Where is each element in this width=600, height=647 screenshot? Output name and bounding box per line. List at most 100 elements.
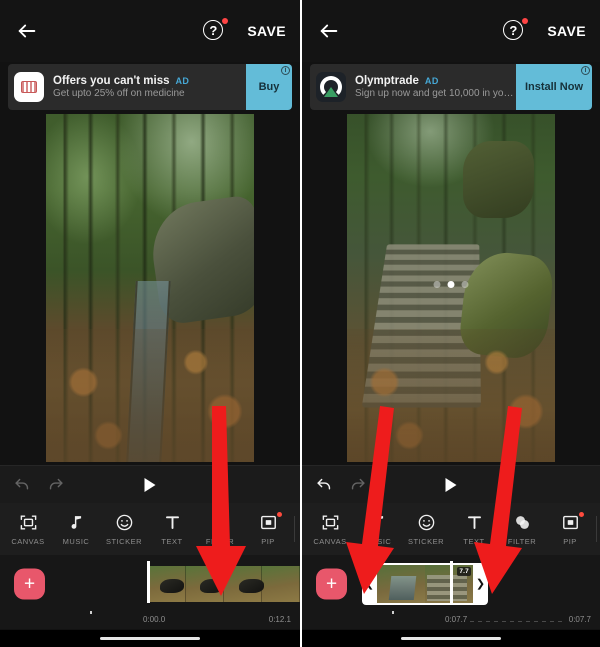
olymptrade-logo-icon xyxy=(316,72,346,102)
save-button[interactable]: SAVE xyxy=(247,23,286,39)
gesture-bar[interactable] xyxy=(100,637,200,640)
timeline-end-time: 0:12.1 xyxy=(268,615,291,624)
undo-redo-group xyxy=(0,476,64,493)
pip-square-icon xyxy=(257,513,279,533)
timeline-start-time: 0:00.0 xyxy=(143,615,166,624)
gesture-bar[interactable] xyxy=(401,637,501,640)
save-button[interactable]: SAVE xyxy=(547,23,586,39)
left-top-bar: ? SAVE xyxy=(0,0,300,62)
right-system-nav xyxy=(302,630,600,647)
tool-pip[interactable]: PIP xyxy=(244,511,292,546)
trim-handle-left-icon[interactable]: ❮ xyxy=(362,563,377,605)
tool-label: TEXT xyxy=(463,536,485,546)
video-preview[interactable] xyxy=(46,113,254,462)
tool-music[interactable]: MUSIC xyxy=(354,513,402,546)
ad-subtitle: Sign up now and get 10,000 in your demo … xyxy=(355,88,516,99)
music-note-icon xyxy=(65,513,87,533)
tool-filter[interactable]: FILTER xyxy=(196,513,244,546)
ad-cta-label: Install Now xyxy=(524,81,583,93)
tool-sticker[interactable]: STICKER xyxy=(100,513,148,546)
right-timeline[interactable]: + ❮ 7.7 ❯ xyxy=(302,555,600,613)
undo-arrow-icon[interactable] xyxy=(316,476,333,493)
tool-text[interactable]: TEXT xyxy=(450,513,498,546)
right-clip-row: ❮ 7.7 ❯ xyxy=(302,555,600,613)
tool-canvas[interactable]: CANVAS xyxy=(4,513,52,546)
medicine-box-icon xyxy=(14,72,44,102)
page-dot-active[interactable] xyxy=(447,280,455,288)
ad-title: Olymptrade xyxy=(355,75,419,87)
right-ad-text: Olymptrade AD Sign up now and get 10,000… xyxy=(346,75,516,99)
music-note-icon xyxy=(367,513,389,533)
left-ad-banner[interactable]: Offers you can't miss AD Get upto 25% of… xyxy=(8,64,292,110)
playhead[interactable] xyxy=(450,561,453,603)
left-system-nav xyxy=(0,630,300,647)
dual-screenshot-container: ? SAVE Offers you can't miss AD Get upto… xyxy=(0,0,600,647)
selected-clip-trimmer[interactable]: ❮ 7.7 ❯ xyxy=(362,563,488,605)
back-arrow-icon[interactable] xyxy=(316,18,342,44)
tool-divider xyxy=(294,516,295,542)
forest-stream-preview xyxy=(46,113,254,462)
left-clip-row xyxy=(0,555,300,613)
play-triangle-icon[interactable] xyxy=(445,477,457,492)
redo-arrow-icon[interactable] xyxy=(349,476,366,493)
adchoices-info-icon[interactable]: i xyxy=(281,66,290,75)
undo-arrow-icon[interactable] xyxy=(14,476,31,493)
tool-label: FILTER xyxy=(205,536,235,546)
help-button[interactable]: ? xyxy=(203,18,229,42)
timeline-start-time: 0:07.7 xyxy=(445,615,468,624)
canvas-frame-icon xyxy=(17,513,39,533)
tool-canvas[interactable]: CANVAS xyxy=(306,513,354,546)
timeline-clip[interactable] xyxy=(148,566,300,602)
text-t-icon xyxy=(463,513,485,533)
trim-handle-right-icon[interactable]: ❯ xyxy=(473,563,488,605)
playhead[interactable] xyxy=(147,561,150,603)
ad-tag: AD xyxy=(175,76,190,86)
right-tool-strip[interactable]: CANVAS MUSIC STICKER TEXT FILTER PIP xyxy=(302,503,600,555)
tool-pip[interactable]: PIP xyxy=(546,511,594,546)
ad-cta-button[interactable]: Buy i xyxy=(246,64,292,110)
filter-circles-icon xyxy=(511,513,533,533)
tool-label: PIP xyxy=(261,536,275,546)
tool-music[interactable]: MUSIC xyxy=(52,513,100,546)
left-phone-screen: ? SAVE Offers you can't miss AD Get upto… xyxy=(0,0,300,647)
tool-text[interactable]: TEXT xyxy=(148,513,196,546)
tool-label: MUSIC xyxy=(62,536,90,546)
smiley-sticker-icon xyxy=(415,513,437,533)
left-preview-area xyxy=(0,110,300,465)
redo-arrow-icon[interactable] xyxy=(47,476,64,493)
text-t-icon xyxy=(161,513,183,533)
tool-label: FILTER xyxy=(507,536,537,546)
smiley-sticker-icon xyxy=(113,513,135,533)
left-timeline[interactable]: + xyxy=(0,555,300,613)
play-triangle-icon[interactable] xyxy=(144,477,156,492)
right-top-bar: ? SAVE xyxy=(302,0,600,62)
tool-label: STICKER xyxy=(105,536,142,546)
left-tool-strip[interactable]: CANVAS MUSIC STICKER TEXT FILTER PIP xyxy=(0,503,300,555)
tool-filter[interactable]: FILTER xyxy=(498,513,546,546)
help-question-icon: ? xyxy=(503,20,524,40)
right-preview-area xyxy=(302,110,600,465)
page-dot[interactable] xyxy=(461,280,469,288)
timeline-clip-selected[interactable]: 7.7 xyxy=(377,563,473,605)
back-arrow-icon[interactable] xyxy=(14,18,40,44)
right-transport-bar xyxy=(302,465,600,503)
tool-divider xyxy=(596,516,597,542)
timeline-end-time: 0:07.7 xyxy=(568,615,591,624)
adchoices-info-icon[interactable]: i xyxy=(581,66,590,75)
preview-page-dots xyxy=(433,280,469,288)
tool-sticker[interactable]: STICKER xyxy=(402,513,450,546)
help-notification-dot xyxy=(222,18,229,24)
help-button[interactable]: ? xyxy=(503,18,529,42)
video-preview[interactable] xyxy=(347,113,555,462)
ad-cta-button[interactable]: Install Now i xyxy=(515,64,592,110)
page-dot[interactable] xyxy=(433,280,441,288)
pip-new-badge xyxy=(277,511,282,517)
right-ad-banner[interactable]: Olymptrade AD Sign up now and get 10,000… xyxy=(310,64,592,110)
filter-circles-icon xyxy=(209,513,231,533)
tool-label: TEXT xyxy=(161,536,183,546)
tool-label: PIP xyxy=(563,536,577,546)
ad-tag: AD xyxy=(424,76,439,86)
tool-label: MUSIC xyxy=(364,536,392,546)
tool-label: CANVAS xyxy=(313,536,347,546)
canvas-frame-icon xyxy=(319,513,341,533)
